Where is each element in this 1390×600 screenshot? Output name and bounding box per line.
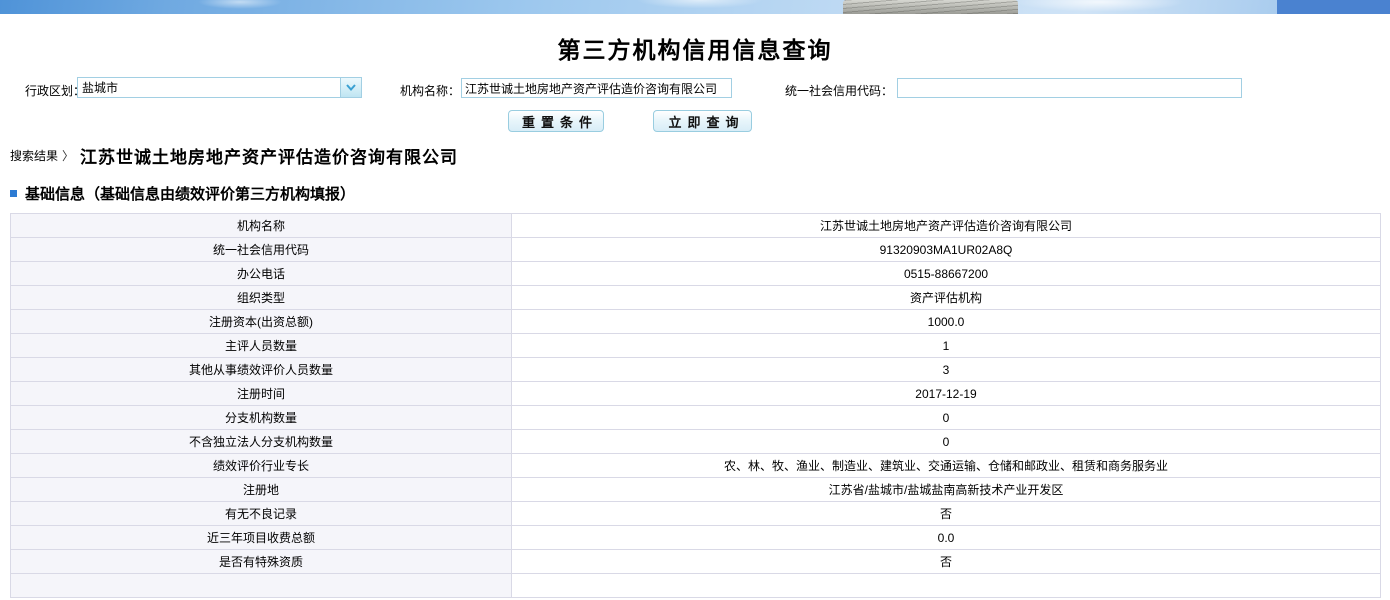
info-value-cell: 3 [512, 358, 1381, 382]
info-label-cell: 近三年项目收费总额 [11, 526, 512, 550]
info-value-cell: 否 [512, 550, 1381, 574]
table-row: 是否有特殊资质否 [11, 550, 1381, 574]
info-label-cell: 机构名称 [11, 214, 512, 238]
info-label-cell: 办公电话 [11, 262, 512, 286]
breadcrumb-current-company: 江苏世诚土地房地产资产评估造价咨询有限公司 [80, 143, 458, 168]
info-value-cell: 江苏省/盐城市/盐城盐南高新技术产业开发区 [512, 478, 1381, 502]
basic-info-table: 机构名称江苏世诚土地房地产资产评估造价咨询有限公司统一社会信用代码9132090… [10, 213, 1381, 598]
info-value-cell [512, 574, 1381, 598]
info-label-cell: 是否有特殊资质 [11, 550, 512, 574]
info-label-cell: 其他从事绩效评价人员数量 [11, 358, 512, 382]
region-label: 行政区划： [25, 82, 85, 99]
table-row-partial [11, 574, 1381, 598]
org-name-input[interactable] [461, 78, 732, 98]
query-button[interactable]: 立即查询 [653, 110, 752, 132]
table-row: 主评人员数量1 [11, 334, 1381, 358]
table-row: 注册地江苏省/盐城市/盐城盐南高新技术产业开发区 [11, 478, 1381, 502]
info-label-cell: 注册地 [11, 478, 512, 502]
table-row: 其他从事绩效评价人员数量3 [11, 358, 1381, 382]
info-label-cell: 注册资本(出资总额) [11, 310, 512, 334]
info-label-cell: 主评人员数量 [11, 334, 512, 358]
info-value-cell: 2017-12-19 [512, 382, 1381, 406]
table-row: 组织类型资产评估机构 [11, 286, 1381, 310]
credit-code-input[interactable] [897, 78, 1242, 98]
table-row: 办公电话0515-88667200 [11, 262, 1381, 286]
table-row: 近三年项目收费总额0.0 [11, 526, 1381, 550]
info-label-cell: 绩效评价行业专长 [11, 454, 512, 478]
table-row: 注册时间2017-12-19 [11, 382, 1381, 406]
info-value-cell: 0 [512, 430, 1381, 454]
org-name-label: 机构名称： [400, 82, 460, 99]
table-row: 分支机构数量0 [11, 406, 1381, 430]
info-label-cell: 有无不良记录 [11, 502, 512, 526]
info-value-cell: 0.0 [512, 526, 1381, 550]
banner-blue-block [1277, 0, 1390, 14]
info-value-cell: 1000.0 [512, 310, 1381, 334]
breadcrumb-separator: 〉 [62, 147, 74, 164]
table-row: 绩效评价行业专长农、林、牧、渔业、制造业、建筑业、交通运输、仓储和邮政业、租赁和… [11, 454, 1381, 478]
info-value-cell: 否 [512, 502, 1381, 526]
info-label-cell: 统一社会信用代码 [11, 238, 512, 262]
page: 第三方机构信用信息查询 行政区划： 盐城市 机构名称： 统一社会信用代码： 重置… [0, 0, 1390, 600]
square-bullet-icon [10, 190, 17, 197]
breadcrumb: 搜索结果 〉 江苏世诚土地房地产资产评估造价咨询有限公司 [10, 144, 458, 166]
info-value-cell: 江苏世诚土地房地产资产评估造价咨询有限公司 [512, 214, 1381, 238]
region-select[interactable]: 盐城市 [77, 77, 362, 98]
chevron-down-icon[interactable] [340, 78, 361, 97]
credit-code-label: 统一社会信用代码： [785, 82, 893, 99]
page-title: 第三方机构信用信息查询 [0, 31, 1390, 65]
table-row: 注册资本(出资总额)1000.0 [11, 310, 1381, 334]
top-banner-image [0, 0, 1390, 14]
table-row: 机构名称江苏世诚土地房地产资产评估造价咨询有限公司 [11, 214, 1381, 238]
section-header: 基础信息（基础信息由绩效评价第三方机构填报） [10, 183, 355, 204]
reset-button[interactable]: 重置条件 [508, 110, 604, 132]
info-label-cell: 组织类型 [11, 286, 512, 310]
stone-photo-fragment [843, 0, 1018, 14]
region-select-value: 盐城市 [78, 79, 340, 96]
info-label-cell: 不含独立法人分支机构数量 [11, 430, 512, 454]
info-label-cell [11, 574, 512, 598]
info-value-cell: 资产评估机构 [512, 286, 1381, 310]
info-value-cell: 农、林、牧、渔业、制造业、建筑业、交通运输、仓储和邮政业、租赁和商务服务业 [512, 454, 1381, 478]
info-value-cell: 0515-88667200 [512, 262, 1381, 286]
table-row: 不含独立法人分支机构数量0 [11, 430, 1381, 454]
info-value-cell: 1 [512, 334, 1381, 358]
info-value-cell: 91320903MA1UR02A8Q [512, 238, 1381, 262]
basic-info-table-body: 机构名称江苏世诚土地房地产资产评估造价咨询有限公司统一社会信用代码9132090… [11, 214, 1381, 598]
breadcrumb-search-results-link[interactable]: 搜索结果 [10, 147, 58, 164]
info-label-cell: 分支机构数量 [11, 406, 512, 430]
section-title: 基础信息（基础信息由绩效评价第三方机构填报） [25, 183, 355, 204]
info-value-cell: 0 [512, 406, 1381, 430]
table-row: 统一社会信用代码91320903MA1UR02A8Q [11, 238, 1381, 262]
info-label-cell: 注册时间 [11, 382, 512, 406]
table-row: 有无不良记录否 [11, 502, 1381, 526]
